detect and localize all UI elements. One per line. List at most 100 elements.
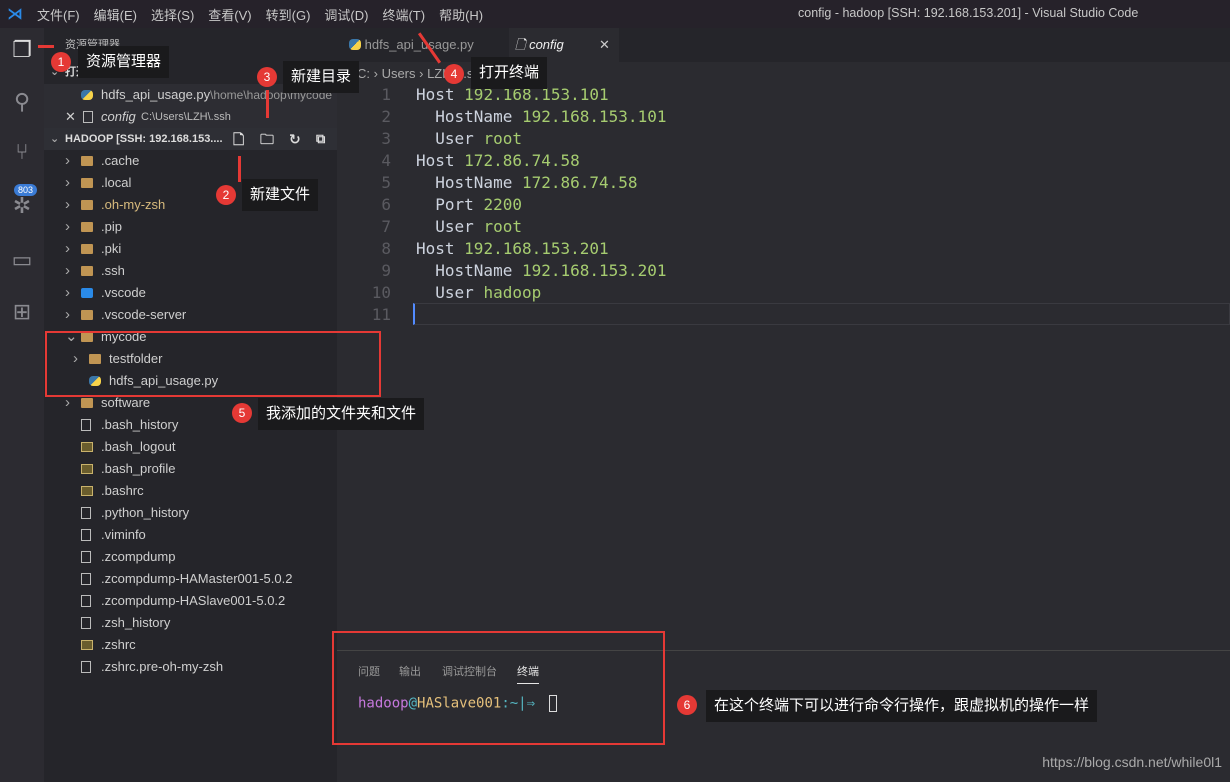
open-editor-item[interactable]: ✕ config C:\Users\LZH\.ssh [44,106,337,128]
highlight-box-mycode [45,331,381,397]
line-number: 2 [381,107,391,126]
workspace-header[interactable]: ⌄ HADOOP [SSH: 192.168.153.... 🗋 🗀 ↻ ⧉ [44,128,337,150]
tree-item[interactable]: .bash_profile [44,458,337,480]
chevron-right-icon: › [65,240,70,257]
code-line[interactable]: User root [416,129,522,148]
folder-icon [81,156,93,166]
tree-item-label: .zshrc.pre-oh-my-zsh [101,659,224,674]
files-icon[interactable]: ❐ [8,36,36,64]
tree-item[interactable]: .zsh_history [44,612,337,634]
tree-item[interactable]: › .pip [44,216,337,238]
line-number: 9 [381,261,391,280]
folder-icon [81,244,93,254]
line-number: 11 [371,305,391,324]
annotation-label: 打开终端 [471,57,548,89]
watermark: https://blog.csdn.net/while0l1 [1042,754,1222,770]
menu-item[interactable]: 帮助(H) [432,8,490,23]
tree-item[interactable]: › .pki [44,238,337,260]
annotation-arrow [38,45,54,48]
folder-icon [81,310,93,320]
file-icon [81,529,91,541]
tree-item-label: .ssh [101,263,125,278]
new-folder-icon[interactable]: 🗀 [260,128,274,150]
tree-item-label: .pki [101,241,122,256]
tree-item[interactable]: › .vscode [44,282,337,304]
tree-item-label: .python_history [101,505,190,520]
file-icon [81,551,91,563]
tree-item[interactable]: › .ssh [44,260,337,282]
chevron-right-icon: › [415,66,428,81]
file-icon: 🗋 [515,37,526,52]
refresh-icon[interactable]: ↻ [289,128,301,150]
annotation-number: 1 [51,52,71,72]
shell-icon [81,486,93,496]
chevron-right-icon: › [65,262,70,279]
tree-item[interactable]: .zcompdump-HASlave001-5.0.2 [44,590,337,612]
debug-icon[interactable]: ✲ [8,192,36,220]
annotation-arrow [238,156,241,182]
code-line[interactable]: HostName 192.168.153.101 [416,107,666,126]
chevron-right-icon: › [65,152,70,169]
new-file-icon[interactable]: 🗋 [233,128,244,150]
source-control-icon[interactable]: ⑂ [8,138,36,166]
breadcrumb-item[interactable]: Users [382,66,416,81]
code-line[interactable]: Host 192.168.153.201 [416,239,609,258]
chevron-right-icon: › [65,196,70,213]
folder-icon [81,200,93,210]
menu-item[interactable]: 终端(T) [375,8,432,23]
tree-item-label: .vscode-server [101,307,187,322]
collapse-all-icon[interactable]: ⧉ [316,128,325,150]
tab-close-icon[interactable]: ✕ [599,28,610,62]
tree-item[interactable]: .bashrc [44,480,337,502]
tree-item-label: .pip [101,219,122,234]
vscode-icon [81,288,93,298]
tree-item[interactable]: .zshrc [44,634,337,656]
extensions-icon[interactable]: ⊞ [8,298,36,326]
line-number: 7 [381,217,391,236]
folder-icon [81,266,93,276]
search-icon[interactable]: ⚲ [8,88,36,116]
tree-item-label: .zcompdump-HAMaster001-5.0.2 [101,571,293,586]
menu-item[interactable]: 文件(F) [30,8,87,23]
shell-icon [81,640,93,650]
code-line[interactable]: HostName 192.168.153.201 [416,261,666,280]
file-icon [81,507,91,519]
menu-item[interactable]: 查看(V) [201,8,258,23]
highlight-box-terminal [332,631,665,745]
annotation-number: 4 [444,64,464,84]
tree-item[interactable]: .zshrc.pre-oh-my-zsh [44,656,337,678]
tree-item-label: .zsh_history [101,615,171,630]
menu-item[interactable]: 编辑(E) [87,8,144,23]
tree-item[interactable]: › .cache [44,150,337,172]
code-line[interactable]: Port 2200 [416,195,522,214]
tree-item[interactable]: › .vscode-server [44,304,337,326]
menu-item[interactable]: 选择(S) [144,8,201,23]
tree-item[interactable]: .bash_logout [44,436,337,458]
code-line[interactable]: User hadoop [416,283,541,302]
annotation-label: 资源管理器 [78,46,170,78]
tree-item-label: .zshrc [101,637,136,652]
code-line[interactable]: User root [416,217,522,236]
python-file-icon [349,39,361,50]
tree-item[interactable]: .zcompdump-HAMaster001-5.0.2 [44,568,337,590]
tree-item[interactable]: .python_history [44,502,337,524]
line-number: 1 [381,85,391,104]
annotation-label: 新建文件 [242,179,319,211]
file-icon [81,595,91,607]
tree-item[interactable]: .viminfo [44,524,337,546]
line-number: 10 [371,283,391,302]
annotation-label: 我添加的文件夹和文件 [258,398,425,430]
code-line[interactable]: Host 172.86.74.58 [416,151,580,170]
menu-item[interactable]: 转到(G) [259,8,318,23]
annotation-number: 3 [257,67,277,87]
code-line[interactable]: HostName 172.86.74.58 [416,173,637,192]
menu-item[interactable]: 调试(D) [317,8,375,23]
tree-item[interactable]: .zcompdump [44,546,337,568]
line-number: 8 [381,239,391,258]
file-icon [81,661,91,673]
tree-item-label: .cache [101,153,140,168]
close-icon[interactable]: ✕ [65,106,76,128]
remote-explorer-icon[interactable]: ▭ [8,246,36,274]
tree-item-label: .bash_history [101,417,179,432]
annotation-label: 在这个终端下可以进行命令行操作，跟虚拟机的操作一样 [706,690,1098,722]
